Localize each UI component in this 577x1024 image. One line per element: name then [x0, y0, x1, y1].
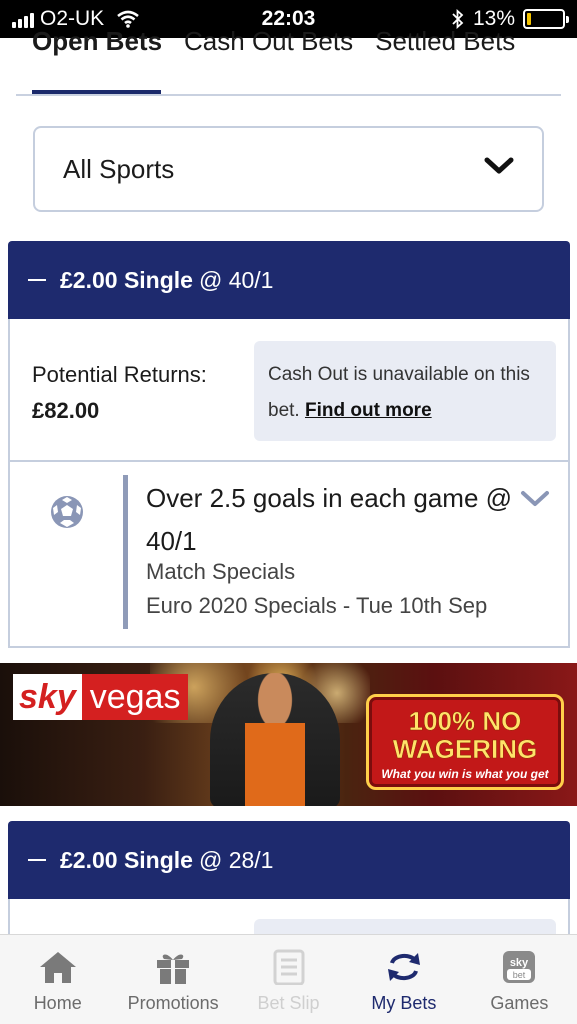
selection-accent-bar — [123, 475, 128, 629]
battery-fill — [527, 13, 531, 25]
chevron-down-icon[interactable] — [520, 489, 550, 509]
bottom-navigation: Home Promotions Bet Slip My Bets sky bet… — [0, 934, 577, 1024]
bet-stake-type: £2.00 Single — [60, 846, 193, 873]
selection-divider — [10, 460, 568, 462]
nav-bet-slip[interactable]: Bet Slip — [231, 935, 346, 1024]
nav-promotions[interactable]: Promotions — [115, 935, 230, 1024]
tab-cash-out-bets[interactable]: Cash Out Bets — [184, 26, 353, 57]
bet-stake-type: £2.00 Single — [60, 266, 193, 293]
tab-open-bets[interactable]: Open Bets — [32, 26, 162, 57]
logo-sky: sky — [13, 674, 82, 720]
selection-market: Match Specials — [146, 559, 296, 584]
tab-settled-bets[interactable]: Settled Bets — [375, 26, 515, 57]
selection-event: Euro 2020 Specials - Tue 10th Sep — [146, 593, 488, 618]
returns-value: £82.00 — [32, 398, 100, 423]
no-wagering-sign: 100% NO WAGERING What you win is what yo… — [366, 694, 564, 790]
selection-title: Over 2.5 goals in each game @ 40/1 — [146, 483, 513, 556]
sport-filter-value: All Sports — [63, 153, 175, 184]
nav-my-bets[interactable]: My Bets — [346, 935, 461, 1024]
gift-icon — [157, 954, 190, 984]
bet-card-body: Potential Returns: £82.00 Cash Out is un… — [8, 319, 570, 648]
collapse-icon — [28, 279, 46, 281]
promo-tagline: What you win is what you get — [381, 767, 549, 781]
svg-text:sky: sky — [510, 957, 529, 969]
nav-home[interactable]: Home — [0, 935, 115, 1024]
nav-label: Games — [490, 993, 549, 1013]
tabs-divider — [16, 94, 561, 96]
betslip-icon — [273, 949, 305, 985]
nav-label: Home — [33, 993, 82, 1013]
returns-label: Potential Returns: — [32, 362, 207, 387]
bet-tabs: Open Bets Cash Out Bets Settled Bets — [32, 26, 515, 57]
nav-label: Promotions — [127, 993, 219, 1013]
nav-label: Bet Slip — [257, 993, 320, 1013]
bet-odds: @ 40/1 — [198, 266, 274, 293]
banner-presenter-shirt — [245, 723, 305, 806]
battery-icon — [523, 9, 569, 29]
home-icon — [39, 952, 76, 983]
collapse-icon — [28, 859, 46, 861]
bet-card-header[interactable]: £2.00 Single @ 40/1 — [8, 241, 570, 319]
nav-games[interactable]: sky bet Games — [462, 935, 577, 1024]
refresh-arrows-icon — [387, 953, 420, 981]
bet-odds: @ 28/1 — [198, 846, 274, 873]
skybet-icon: sky bet — [503, 951, 536, 983]
sport-filter-dropdown[interactable]: All Sports — [33, 126, 544, 212]
nav-label: My Bets — [371, 993, 437, 1013]
football-icon — [51, 496, 83, 528]
sky-vegas-logo: sky vegas — [13, 674, 207, 720]
logo-vegas: vegas — [81, 674, 189, 720]
svg-text:bet: bet — [513, 970, 526, 980]
find-out-more-link[interactable]: Find out more — [305, 400, 432, 421]
promo-headline: 100% NO WAGERING — [392, 706, 538, 764]
potential-returns: Potential Returns: £82.00 — [32, 357, 207, 429]
bet-card-header[interactable]: £2.00 Single @ 28/1 — [8, 821, 570, 899]
chevron-down-icon — [484, 157, 514, 174]
cashout-info-box: Cash Out is unavailable on this bet. Fin… — [254, 341, 556, 441]
